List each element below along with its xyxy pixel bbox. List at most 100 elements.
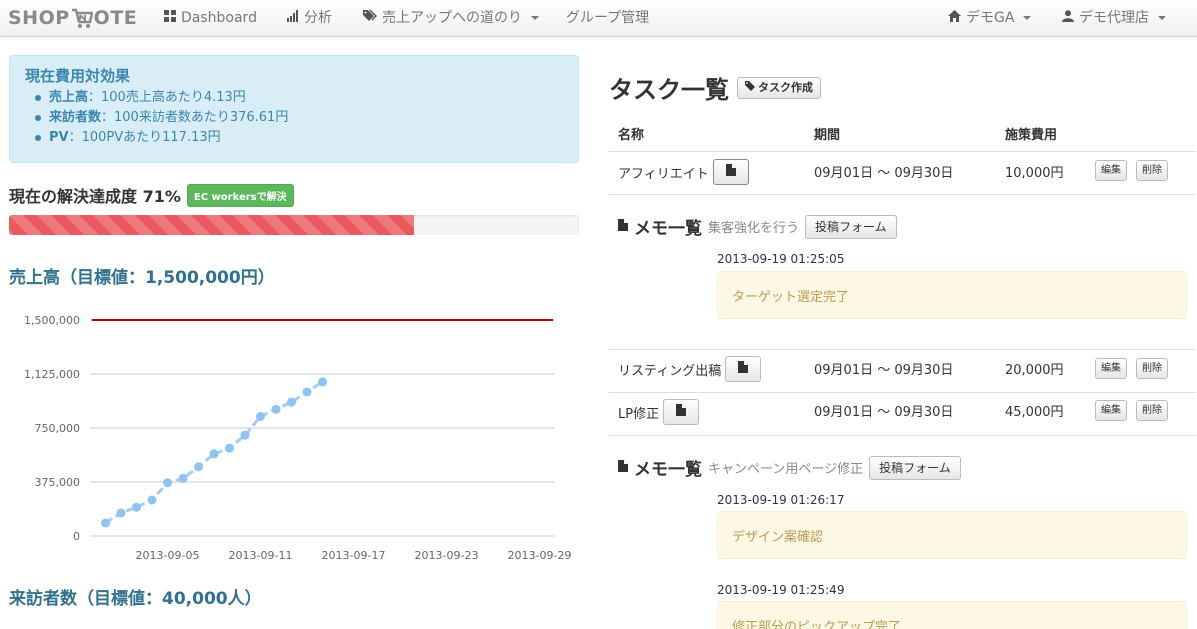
- data-point: [302, 387, 312, 397]
- task-period: 09月01日 〜 09月30日: [814, 405, 954, 420]
- memo-content: 修正部分のピックアップ完了: [717, 601, 1187, 629]
- task-period: 09月01日 〜 09月30日: [814, 363, 954, 378]
- metric-value: ：100来訪者数あたり376.61円: [101, 110, 289, 125]
- memo-toggle-button[interactable]: [663, 399, 700, 425]
- memo-date: 2013-09-19 01:25:05: [717, 252, 845, 266]
- nav-road-dropdown[interactable]: 売上アップへの道のり: [363, 0, 539, 36]
- column-header-period: 期間: [814, 128, 841, 143]
- progress-bar-fill: [9, 215, 414, 235]
- task-name: LP修正: [618, 406, 660, 422]
- task-name-cell: アフィリエイト: [618, 159, 749, 185]
- memo-list-subtitle: キャンペーン用ページ修正: [708, 462, 864, 477]
- memo-date: 2013-09-19 01:25:49: [717, 583, 845, 597]
- progress-heading: 現在の解決達成度 71% EC workersで解決: [9, 183, 294, 207]
- x-tick-label: 2013-09-05: [136, 549, 200, 562]
- create-task-button[interactable]: タスク作成: [737, 76, 821, 99]
- memo-list-heading: メモ一覧 集客強化を行う 投稿フォーム: [618, 214, 897, 239]
- signal-icon: [287, 2, 299, 34]
- table-divider: [609, 151, 1195, 152]
- ec-workers-badge[interactable]: EC workersで解決: [186, 183, 294, 207]
- edit-button[interactable]: 編集: [1095, 160, 1127, 181]
- sales-chart: 0 375,000 750,000 1,125,000 1,500,000 2013-09…: [0, 300, 590, 575]
- table-divider: [609, 194, 1195, 195]
- tags-icon: [363, 2, 377, 34]
- y-tick-label: 375,000: [35, 476, 81, 489]
- table-divider: [609, 349, 1195, 350]
- memo-content: ターゲット選定完了: [717, 271, 1187, 319]
- edit-button[interactable]: 編集: [1095, 358, 1127, 379]
- nav-user-dropdown[interactable]: デモ代理店: [1062, 0, 1166, 36]
- memo-list-subtitle: 集客強化を行う: [708, 221, 800, 236]
- post-form-button[interactable]: 投稿フォーム: [805, 214, 897, 239]
- file-icon: [738, 360, 749, 378]
- caret-down-icon: [531, 16, 539, 20]
- memo-list-title: メモ一覧: [634, 219, 702, 239]
- user-icon: [1062, 2, 1074, 34]
- task-name-cell: リスティング出稿: [618, 356, 762, 382]
- file-icon: [676, 403, 687, 421]
- navbar: SHOP OTE Dashboard 分析 売上アップへの道のり グループ管理: [0, 0, 1197, 37]
- metric-label: PV: [49, 130, 69, 145]
- brand-text-left: SHOP: [8, 7, 70, 29]
- task-list-title: タスク一覧 タスク作成: [609, 70, 821, 105]
- task-period: 09月01日 〜 09月30日: [814, 166, 954, 181]
- create-task-label: タスク作成: [758, 80, 813, 94]
- memo-list-heading: メモ一覧 キャンペーン用ページ修正 投稿フォーム: [618, 455, 961, 480]
- y-tick-label: 1,500,000: [24, 314, 80, 327]
- home-icon: [948, 2, 961, 34]
- memo-list-title: メモ一覧: [634, 460, 702, 480]
- column-header-name: 名称: [618, 128, 645, 143]
- nav-group-label: グループ管理: [566, 10, 650, 26]
- data-point: [271, 404, 281, 414]
- data-point: [132, 502, 141, 512]
- list-item: 来訪者数：100来訪者数あたり376.61円: [35, 108, 563, 128]
- memo-toggle-button[interactable]: [712, 159, 749, 185]
- file-icon: [618, 459, 628, 476]
- cost-effect-title: 現在費用対効果: [25, 67, 131, 85]
- tag-icon: [745, 80, 755, 96]
- data-point: [163, 478, 172, 488]
- task-name: アフィリエイト: [618, 166, 709, 182]
- nav-group-management[interactable]: グループ管理: [566, 0, 649, 36]
- cost-effect-list: 売上高：100売上高あたり4.13円 来訪者数：100来訪者数あたり376.61…: [25, 88, 563, 148]
- brand-text-right: OTE: [93, 7, 138, 29]
- delete-button[interactable]: 削除: [1136, 160, 1168, 181]
- data-point: [256, 411, 265, 421]
- metric-label: 売上高: [49, 90, 89, 105]
- y-tick-label: 0: [73, 530, 80, 543]
- file-icon: [618, 218, 628, 235]
- dashboard-icon: [164, 2, 176, 34]
- memo-toggle-button[interactable]: [725, 356, 762, 382]
- x-tick-label: 2013-09-11: [229, 549, 293, 562]
- caret-down-icon: [1023, 16, 1032, 20]
- nav-road-label: 売上アップへの道のり: [382, 10, 522, 26]
- delete-button[interactable]: 削除: [1136, 358, 1168, 379]
- metric-label: 来訪者数: [49, 110, 102, 125]
- data-point: [287, 397, 296, 407]
- task-name-cell: LP修正: [618, 399, 700, 425]
- task-name: リスティング出稿: [618, 363, 722, 379]
- nav-dashboard-label: Dashboard: [181, 10, 257, 26]
- progress-bar-track: [9, 215, 579, 235]
- visitors-chart-title: 来訪者数（目標値：40,000人）: [9, 589, 262, 609]
- task-cost: 20,000円: [1005, 363, 1064, 378]
- task-list-title-text: タスク一覧: [609, 76, 729, 104]
- data-point: [194, 462, 203, 472]
- nav-analysis[interactable]: 分析: [287, 0, 332, 36]
- x-tick-label: 2013-09-23: [415, 549, 479, 562]
- data-point: [116, 508, 126, 518]
- post-form-button[interactable]: 投稿フォーム: [869, 455, 961, 480]
- nav-demo-ga-label: デモGA: [966, 10, 1015, 26]
- nav-demo-ga-dropdown[interactable]: デモGA: [948, 0, 1032, 36]
- memo-date: 2013-09-19 01:26:17: [717, 493, 845, 507]
- cost-effect-panel: 現在費用対効果 売上高：100売上高あたり4.13円 来訪者数：100来訪者数あ…: [9, 55, 579, 163]
- sales-chart-svg: 0 375,000 750,000 1,125,000 1,500,000 2013-09…: [24, 314, 571, 562]
- file-icon: [725, 163, 736, 181]
- brand-logo[interactable]: SHOP OTE: [8, 5, 137, 31]
- edit-button[interactable]: 編集: [1095, 400, 1127, 421]
- list-item: 売上高：100売上高あたり4.13円: [35, 88, 563, 108]
- metric-value: ：100PVあたり117.13円: [68, 130, 221, 145]
- nav-analysis-label: 分析: [304, 10, 332, 26]
- delete-button[interactable]: 削除: [1136, 400, 1168, 421]
- nav-dashboard[interactable]: Dashboard: [164, 0, 257, 36]
